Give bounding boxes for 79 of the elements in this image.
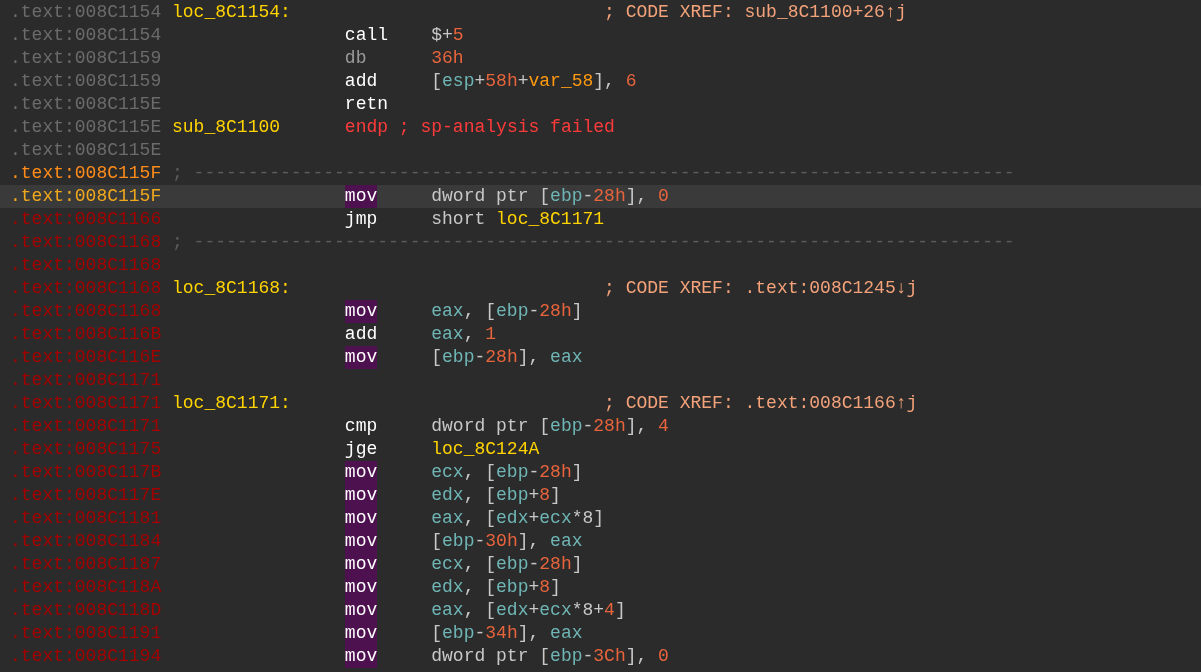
- mnemonic: cmp: [344, 415, 378, 438]
- mnemonic: mov: [344, 461, 378, 484]
- address: .text:008C1171: [10, 415, 163, 438]
- code-label: loc_8C1168:: [172, 277, 292, 300]
- mnemonic: mov: [344, 599, 378, 622]
- function-name: sub_8C1100: [172, 116, 282, 139]
- operand: short loc_8C1171: [431, 208, 605, 231]
- address: .text:008C1194: [10, 645, 163, 668]
- address: .text:008C117B: [10, 461, 163, 484]
- address: .text:008C1168: [10, 254, 163, 277]
- address: .text:008C1191: [10, 622, 163, 645]
- address: .text:008C1184: [10, 530, 163, 553]
- address: .text:008C1187: [10, 553, 163, 576]
- mnemonic: retn: [344, 93, 389, 116]
- address: .text:008C1171: [10, 392, 163, 415]
- address: .text:008C1154: [10, 1, 163, 24]
- operand: $+5: [431, 24, 464, 47]
- operand: dword ptr [ebp-3Ch], 0: [431, 645, 669, 668]
- address: .text:008C116B: [10, 323, 163, 346]
- mnemonic: mov: [344, 300, 378, 323]
- address: .text:008C1171: [10, 369, 163, 392]
- mnemonic: mov: [344, 553, 378, 576]
- mnemonic: db: [344, 47, 367, 70]
- operand: dword ptr [ebp-28h], 4: [431, 415, 669, 438]
- mnemonic: mov: [344, 530, 378, 553]
- operand: loc_8C124A: [431, 438, 540, 461]
- operand: [esp+58h+var_58], 6: [431, 70, 637, 93]
- error-comment: ; sp-analysis failed: [398, 116, 615, 139]
- mnemonic: jmp: [344, 208, 378, 231]
- address: .text:008C1168: [10, 277, 163, 300]
- address: .text:008C116E: [10, 346, 163, 369]
- mnemonic: mov: [344, 507, 378, 530]
- address: .text:008C1159: [10, 70, 163, 93]
- operand: [ebp-28h], eax: [431, 346, 583, 369]
- address: .text:008C1154: [10, 24, 163, 47]
- separator-comment: ; ----------------------------------------------------------------------------: [172, 231, 1015, 254]
- operand: edx, [ebp+8]: [431, 576, 561, 599]
- xref-comment: ; CODE XREF: sub_8C1100+26↑j: [604, 1, 907, 24]
- xref-comment: ; CODE XREF: .text:008C1166↑j: [604, 392, 918, 415]
- mnemonic: endp: [344, 116, 389, 139]
- address: .text:008C115F: [10, 162, 163, 185]
- operand: eax, 1: [431, 323, 497, 346]
- operand: 36h: [431, 47, 464, 70]
- mnemonic: jge: [344, 438, 378, 461]
- address: .text:008C115F: [10, 185, 163, 208]
- address: .text:008C118D: [10, 599, 163, 622]
- address: .text:008C1168: [10, 231, 163, 254]
- mnemonic: mov: [344, 576, 378, 599]
- operand: ecx, [ebp-28h]: [431, 553, 583, 576]
- code-label: loc_8C1171:: [172, 392, 292, 415]
- address: .text:008C1181: [10, 507, 163, 530]
- address: .text:008C1168: [10, 300, 163, 323]
- mnemonic: mov: [344, 622, 378, 645]
- mnemonic: mov: [344, 346, 378, 369]
- separator-comment: ; ----------------------------------------------------------------------------: [172, 162, 1015, 185]
- xref-comment: ; CODE XREF: .text:008C1245↓j: [604, 277, 918, 300]
- mnemonic: mov: [344, 185, 378, 208]
- address: .text:008C115E: [10, 116, 163, 139]
- address: .text:008C115E: [10, 139, 163, 162]
- address: .text:008C1159: [10, 47, 163, 70]
- mnemonic: add: [344, 70, 378, 93]
- operand: eax, [edx+ecx*8]: [431, 507, 605, 530]
- operand: eax, [ebp-28h]: [431, 300, 583, 323]
- mnemonic: call: [344, 24, 389, 47]
- address: .text:008C118A: [10, 576, 163, 599]
- operand: dword ptr [ebp-28h], 0: [431, 185, 669, 208]
- code-label: loc_8C1154:: [172, 1, 292, 24]
- address: .text:008C115E: [10, 93, 163, 116]
- address: .text:008C1175: [10, 438, 163, 461]
- operand: [ebp-30h], eax: [431, 530, 583, 553]
- address: .text:008C117E: [10, 484, 163, 507]
- operand: [ebp-34h], eax: [431, 622, 583, 645]
- operand: eax, [edx+ecx*8+4]: [431, 599, 626, 622]
- operand: ecx, [ebp-28h]: [431, 461, 583, 484]
- mnemonic: mov: [344, 645, 378, 668]
- operand: edx, [ebp+8]: [431, 484, 561, 507]
- address: .text:008C1166: [10, 208, 163, 231]
- mnemonic: add: [344, 323, 378, 346]
- mnemonic: mov: [344, 484, 378, 507]
